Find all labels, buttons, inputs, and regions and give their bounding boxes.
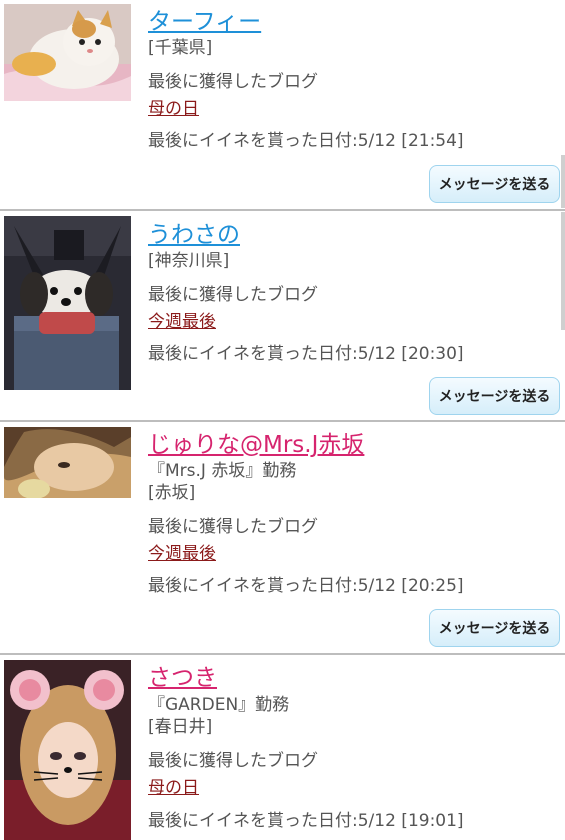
last-like-date: 最後にイイネを貰った日付:5/12 [19:01] xyxy=(148,811,464,831)
workplace-label: 『GARDEN』勤務 xyxy=(148,695,290,715)
user-card: さつき 『GARDEN』勤務 [春日井] 最後に獲得したブログ 母の日 最後にイ… xyxy=(0,656,565,840)
user-name-link[interactable]: じゅりな@Mrs.J赤坂 xyxy=(148,434,364,457)
last-blog-link[interactable]: 今週最後 xyxy=(148,314,216,331)
avatar-cat[interactable] xyxy=(4,4,131,101)
send-message-button[interactable]: メッセージを送る xyxy=(429,377,560,415)
send-message-button[interactable]: メッセージを送る xyxy=(429,609,560,647)
area-label: [赤坂] xyxy=(148,483,196,503)
area-label: [春日井] xyxy=(148,717,213,737)
user-card: ターフィー [千葉県] 最後に獲得したブログ 母の日 最後にイイネを貰った日付:… xyxy=(0,0,565,208)
divider xyxy=(0,420,565,422)
send-message-button[interactable]: メッセージを送る xyxy=(429,165,560,203)
last-like-date: 最後にイイネを貰った日付:5/12 [20:25] xyxy=(148,576,464,596)
divider xyxy=(0,653,565,655)
user-card: じゅりな@Mrs.J赤坂 『Mrs.J 赤坂』勤務 [赤坂] 最後に獲得したブロ… xyxy=(0,423,565,653)
user-name-link[interactable]: ターフィー xyxy=(148,11,261,34)
divider xyxy=(0,209,565,211)
last-blog-label: 最後に獲得したブログ xyxy=(148,751,318,771)
area-label: [神奈川県] xyxy=(148,251,230,271)
scroll-edge xyxy=(561,212,565,330)
last-blog-label: 最後に獲得したブログ xyxy=(148,285,318,305)
last-blog-label: 最後に獲得したブログ xyxy=(148,72,318,92)
workplace-label: 『Mrs.J 赤坂』勤務 xyxy=(148,461,297,481)
avatar-woman-mouse-filter[interactable] xyxy=(4,660,131,840)
last-blog-link[interactable]: 母の日 xyxy=(148,101,199,118)
last-blog-link[interactable]: 今週最後 xyxy=(148,546,216,563)
last-blog-link[interactable]: 母の日 xyxy=(148,780,199,797)
user-name-link[interactable]: うわさの xyxy=(148,224,240,247)
last-like-date: 最後にイイネを貰った日付:5/12 [20:30] xyxy=(148,344,464,364)
area-label: [千葉県] xyxy=(148,38,213,58)
avatar-woman[interactable] xyxy=(4,427,131,498)
last-blog-label: 最後に獲得したブログ xyxy=(148,517,318,537)
scroll-edge xyxy=(561,155,565,208)
avatar-dog[interactable] xyxy=(4,216,131,390)
user-card: うわさの [神奈川県] 最後に獲得したブログ 今週最後 最後にイイネを貰った日付… xyxy=(0,212,565,419)
last-like-date: 最後にイイネを貰った日付:5/12 [21:54] xyxy=(148,131,464,151)
user-name-link[interactable]: さつき xyxy=(148,667,217,690)
